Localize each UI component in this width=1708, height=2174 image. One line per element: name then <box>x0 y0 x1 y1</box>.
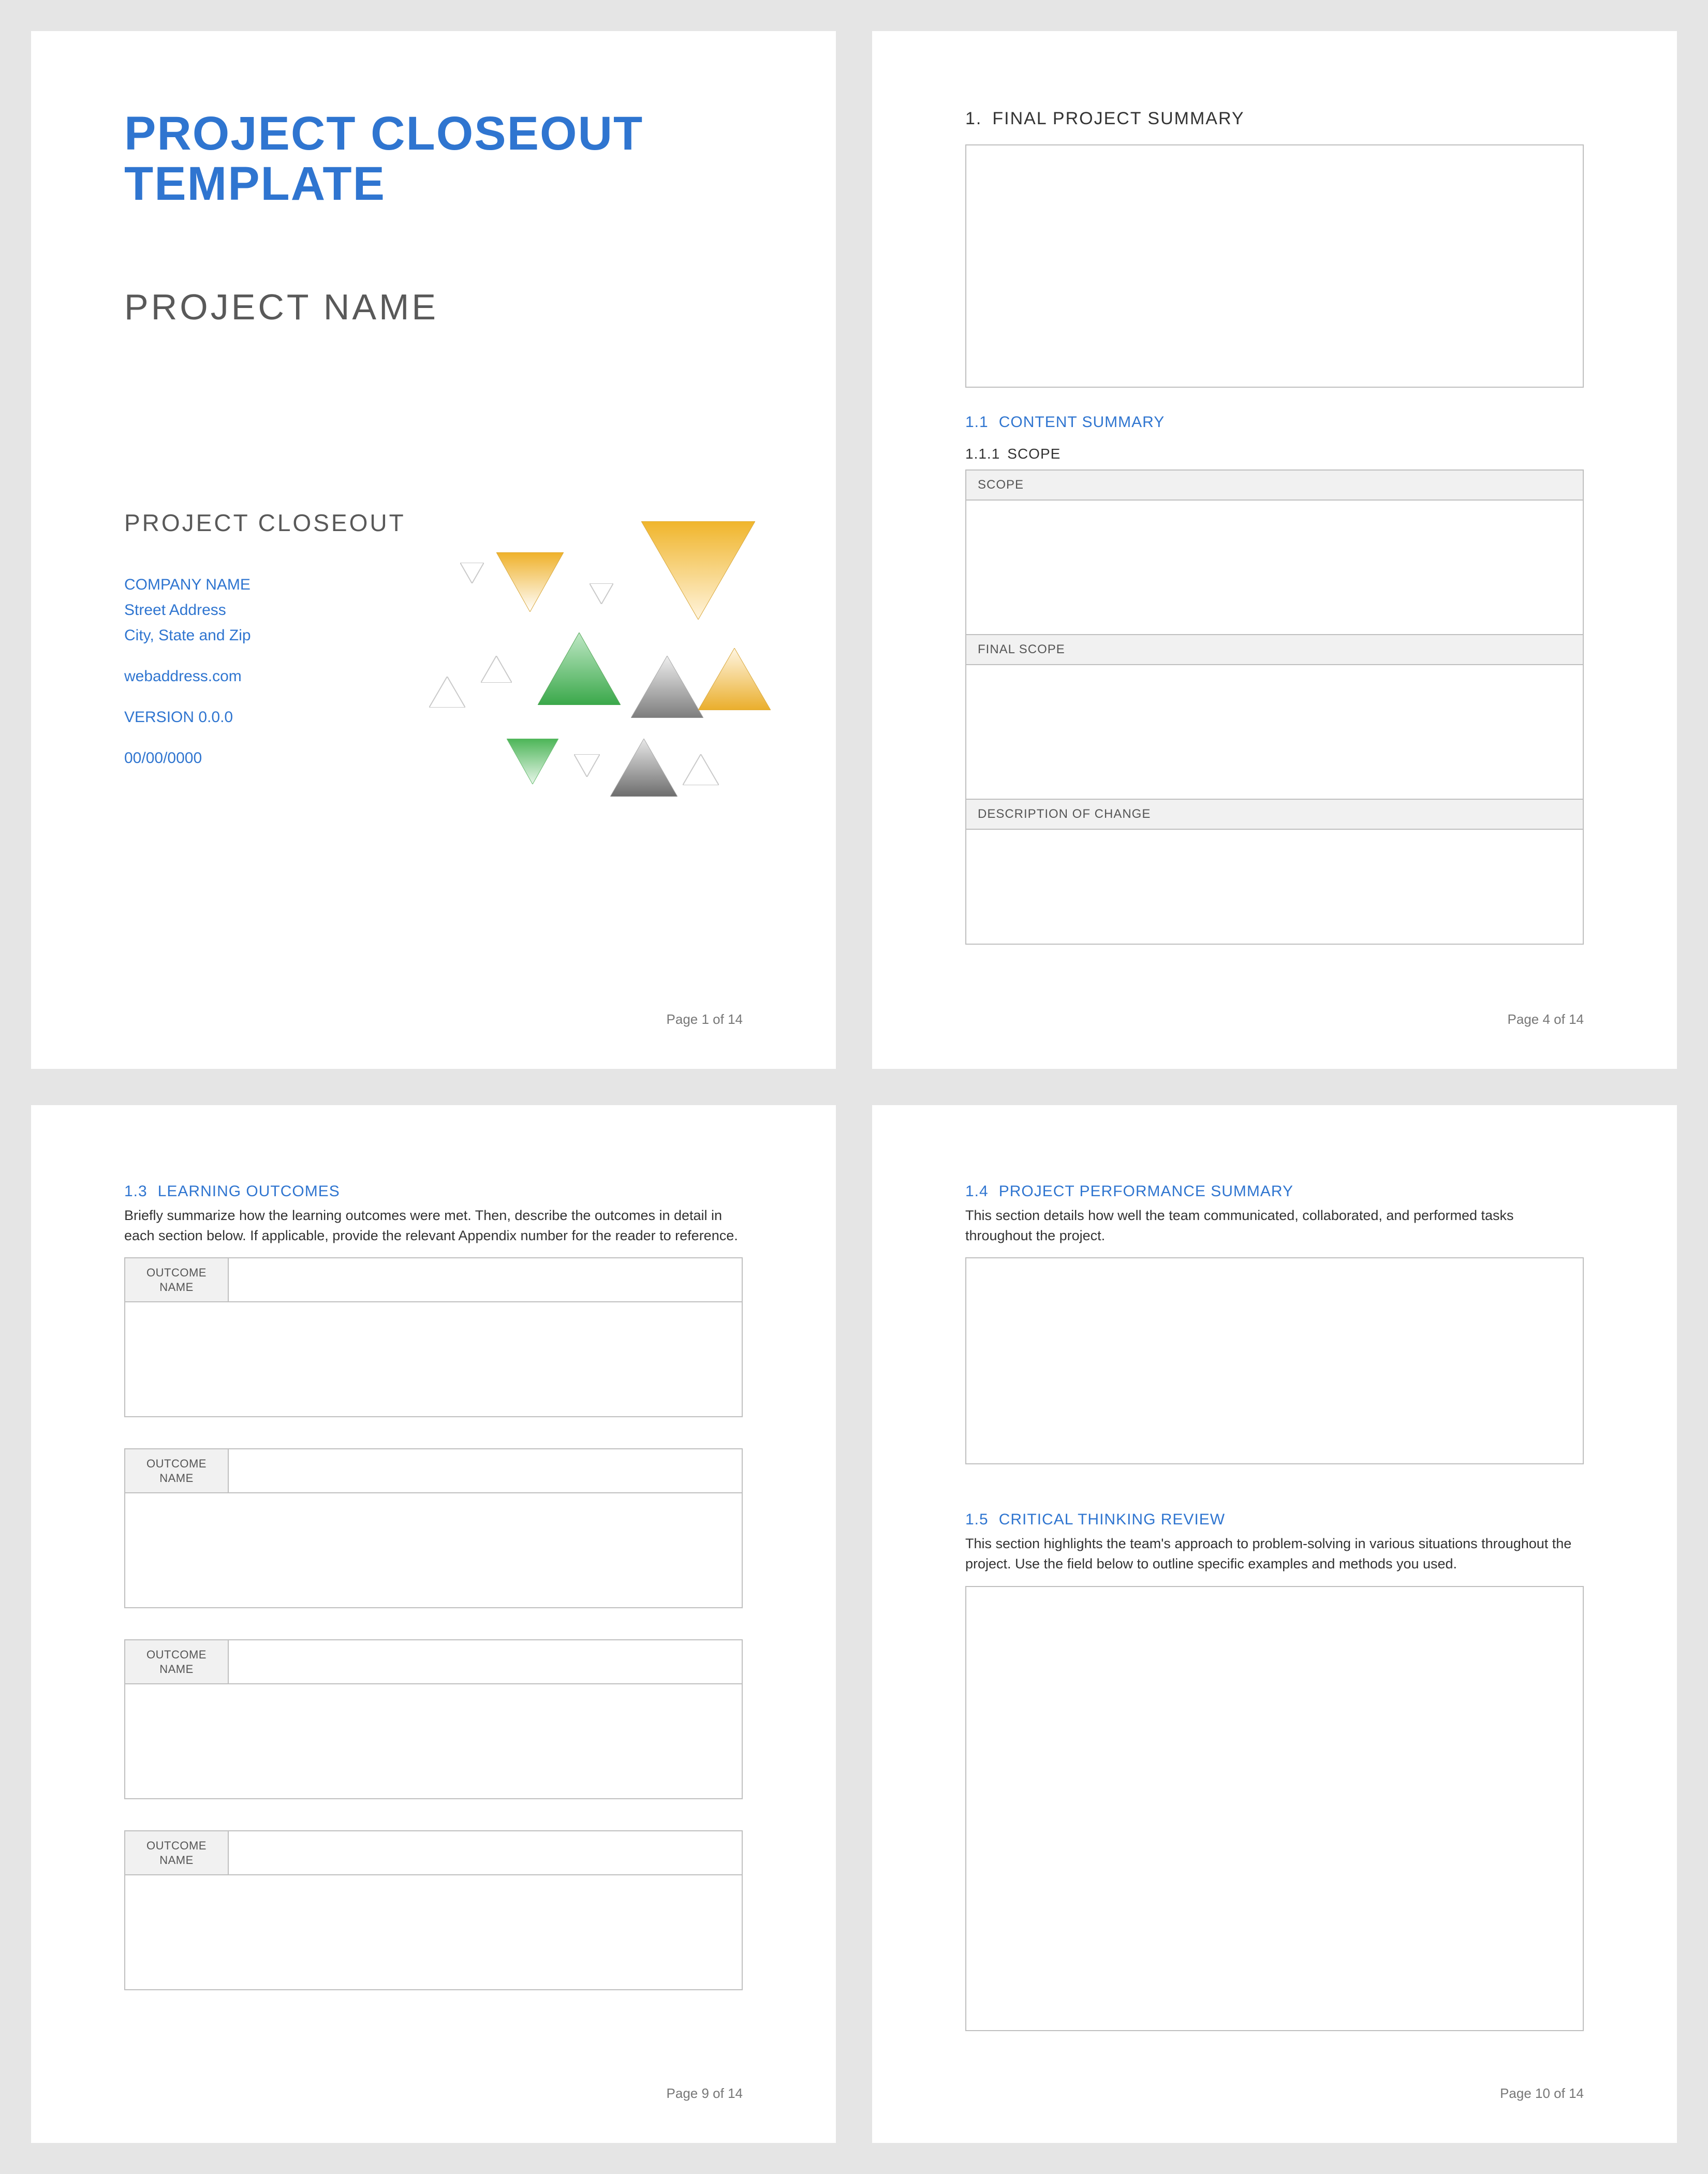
description-of-change-field[interactable] <box>966 830 1583 944</box>
section-1-3-heading: 1.3LEARNING OUTCOMES <box>124 1183 743 1200</box>
outcome-label: OUTCOME NAME <box>125 1449 229 1492</box>
page-number: Page 1 of 14 <box>667 1011 743 1027</box>
outcome-body-field[interactable] <box>125 1493 742 1607</box>
outcome-label: OUTCOME NAME <box>125 1258 229 1301</box>
outcome-name-field[interactable] <box>229 1258 742 1301</box>
scope-field[interactable] <box>966 501 1583 635</box>
section-1-number: 1. <box>965 109 982 129</box>
page-10-performance: 1.4PROJECT PERFORMANCE SUMMARY This sect… <box>872 1105 1677 2143</box>
city-state-zip: City, State and Zip <box>124 624 419 647</box>
page-1-cover: PROJECT CLOSEOUT TEMPLATE PROJECT NAME P… <box>31 31 836 1069</box>
outcome-name-field[interactable] <box>229 1449 742 1492</box>
description-of-change-label: DESCRIPTION OF CHANGE <box>966 800 1583 830</box>
section-1-1-heading: 1.1CONTENT SUMMARY <box>965 414 1584 431</box>
section-1-5-heading: 1.5CRITICAL THINKING REVIEW <box>965 1511 1584 1529</box>
web-address: webaddress.com <box>124 665 419 688</box>
outcome-body-field[interactable] <box>125 1302 742 1416</box>
version-label: VERSION 0.0.0 <box>124 706 419 729</box>
outcome-name-field[interactable] <box>229 1831 742 1874</box>
page-9-outcomes: 1.3LEARNING OUTCOMES Briefly summarize h… <box>31 1105 836 2143</box>
final-scope-field[interactable] <box>966 665 1583 800</box>
critical-thinking-intro: This section highlights the team's appro… <box>965 1534 1584 1574</box>
date-label: 00/00/0000 <box>124 746 419 770</box>
page-4-summary: 1.FINAL PROJECT SUMMARY 1.1CONTENT SUMMA… <box>872 31 1677 1069</box>
outcome-box-4: OUTCOME NAME <box>124 1830 743 1990</box>
company-name: COMPANY NAME <box>124 573 419 596</box>
outcome-body-field[interactable] <box>125 1875 742 1989</box>
section-1-4-heading: 1.4PROJECT PERFORMANCE SUMMARY <box>965 1183 1584 1200</box>
section-1-heading: 1.FINAL PROJECT SUMMARY <box>965 109 1584 129</box>
outcome-name-field[interactable] <box>229 1640 742 1683</box>
outcome-box-3: OUTCOME NAME <box>124 1639 743 1799</box>
outcome-box-1: OUTCOME NAME <box>124 1257 743 1417</box>
section-1-1-1-heading: 1.1.1SCOPE <box>965 446 1584 462</box>
street-address: Street Address <box>124 598 419 622</box>
scope-table: SCOPE FINAL SCOPE DESCRIPTION OF CHANGE <box>965 469 1584 945</box>
outcome-body-field[interactable] <box>125 1684 742 1798</box>
scope-label: SCOPE <box>966 471 1583 501</box>
project-name-heading: PROJECT NAME <box>124 286 743 328</box>
final-summary-field[interactable] <box>965 144 1584 388</box>
page-number: Page 9 of 14 <box>667 2085 743 2102</box>
performance-intro: This section details how well the team c… <box>965 1206 1584 1246</box>
performance-field[interactable] <box>965 1257 1584 1464</box>
critical-thinking-field[interactable] <box>965 1586 1584 2031</box>
outcome-label: OUTCOME NAME <box>125 1831 229 1874</box>
cover-triangle-art <box>419 521 743 772</box>
page-number: Page 10 of 14 <box>1500 2085 1584 2102</box>
cover-meta: COMPANY NAME Street Address City, State … <box>124 573 419 770</box>
outcome-box-2: OUTCOME NAME <box>124 1448 743 1608</box>
page-number: Page 4 of 14 <box>1508 1011 1584 1027</box>
learning-outcomes-intro: Briefly summarize how the learning outco… <box>124 1206 743 1246</box>
final-scope-label: FINAL SCOPE <box>966 635 1583 665</box>
document-title: PROJECT CLOSEOUT TEMPLATE <box>124 109 743 209</box>
outcome-label: OUTCOME NAME <box>125 1640 229 1683</box>
